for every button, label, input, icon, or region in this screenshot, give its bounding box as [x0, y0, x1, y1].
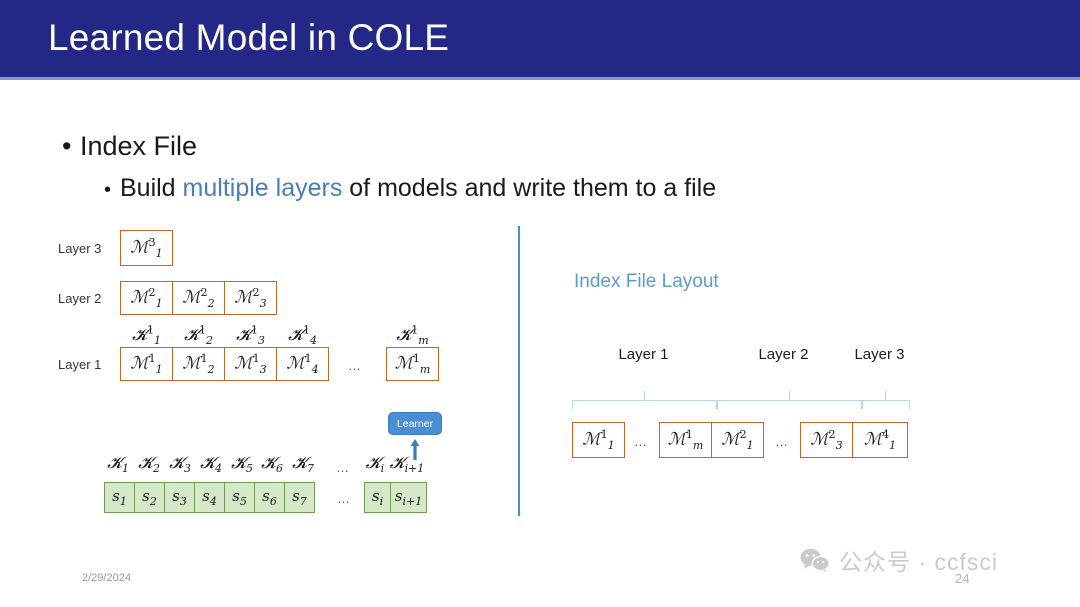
- key-label-layer1-2: 𝓚12: [184, 324, 213, 348]
- seq-box-4: s4: [194, 482, 225, 513]
- seq-box-1: s1: [104, 482, 135, 513]
- model-box-layer1-3: ℳ13: [224, 347, 277, 381]
- model-box-layer1-m: ℳ1m: [386, 347, 439, 381]
- seq-key-label-i: 𝓚i: [365, 453, 385, 476]
- wechat-icon: [800, 548, 830, 573]
- seq-box-6: s6: [254, 482, 285, 513]
- key-label-layer1-m: 𝓚1m: [396, 324, 429, 348]
- layout-box-3: ℳ21: [711, 422, 764, 458]
- seq-box-i: si: [364, 482, 391, 513]
- seq-box-3: s3: [164, 482, 195, 513]
- ellipsis-seq-keys: …: [336, 460, 350, 475]
- watermark-text: 公众号 · ccfsci: [839, 549, 998, 575]
- learner-label: Learner: [396, 417, 434, 430]
- seq-key-label-i-plus-1: 𝓚i+1: [389, 453, 425, 476]
- brace-layer3: [862, 400, 910, 409]
- page-title: Learned Model in COLE: [48, 17, 450, 58]
- model-box-layer1-2: ℳ12: [172, 347, 225, 381]
- bullet-level1: • Index File: [62, 131, 197, 162]
- seq-key-label-6: 𝓚6: [261, 453, 283, 476]
- key-label-layer1-1: 𝓚11: [132, 324, 161, 348]
- key-label-layer1-3: 𝓚13: [236, 324, 265, 348]
- seq-key-label-7: 𝓚7: [292, 453, 314, 476]
- model-box-layer3-1: ℳ31: [120, 230, 173, 266]
- model-box-layer1-4: ℳ14: [276, 347, 329, 381]
- ellipsis-seq-values: …: [337, 491, 351, 506]
- ellipsis-layout-2: …: [775, 434, 789, 449]
- right-layer3-label: Layer 3: [854, 346, 905, 363]
- slide-date: 2/29/2024: [82, 572, 131, 584]
- model-box-layer2-2: ℳ22: [172, 281, 225, 315]
- bullet-level1-label: Index File: [80, 131, 198, 161]
- right-layer1-label: Layer 1: [618, 346, 669, 363]
- ellipsis-layer1: …: [348, 358, 362, 373]
- model-box-layer2-3: ℳ23: [224, 281, 277, 315]
- model-box-layer1-1: ℳ11: [120, 347, 173, 381]
- learner-box[interactable]: Learner: [388, 412, 442, 435]
- seq-key-label-2: 𝓚2: [138, 453, 160, 476]
- layout-box-1: ℳ11: [572, 422, 625, 458]
- layout-box-2: ℳ1m: [659, 422, 712, 458]
- seq-box-i-plus-1: si+1: [390, 482, 427, 513]
- watermark: 公众号 · ccfsci: [800, 543, 998, 577]
- title-bar-underline: [0, 77, 1080, 80]
- right-layer2-label: Layer 2: [758, 346, 809, 363]
- brace-tick-layer1: [644, 391, 646, 401]
- layout-box-5: ℳ41: [852, 422, 908, 458]
- index-file-layout-title: Index File Layout: [574, 271, 719, 292]
- seq-key-label-1: 𝓚1: [107, 453, 129, 476]
- bullet-level2-highlight: multiple layers: [182, 174, 343, 202]
- bullet-level2-prefix: Build: [120, 174, 183, 202]
- layer1-label: Layer 1: [58, 357, 102, 372]
- seq-key-label-4: 𝓚4: [200, 453, 222, 476]
- seq-box-5: s5: [224, 482, 255, 513]
- seq-box-2: s2: [134, 482, 165, 513]
- layout-box-4: ℳ23: [800, 422, 853, 458]
- panel-divider: [518, 226, 520, 516]
- layer3-label: Layer 3: [58, 241, 102, 256]
- ellipsis-layout-1: …: [634, 434, 648, 449]
- bullet-glyph-icon: •: [62, 131, 72, 161]
- bullet-level2-suffix: of models and write them to a file: [342, 174, 717, 202]
- key-label-layer1-4: 𝓚14: [288, 324, 317, 348]
- seq-box-7: s7: [284, 482, 315, 513]
- brace-tick-layer3: [885, 391, 887, 401]
- layer2-label: Layer 2: [58, 291, 102, 306]
- bullet-level2: • Build multiple layers of models and wri…: [104, 174, 716, 203]
- model-box-layer2-1: ℳ21: [120, 281, 173, 315]
- bullet-glyph-icon: •: [104, 179, 112, 201]
- seq-key-label-3: 𝓚3: [169, 453, 191, 476]
- brace-layer1: [572, 400, 717, 409]
- seq-key-label-5: 𝓚5: [231, 453, 253, 476]
- brace-layer2: [717, 400, 862, 409]
- brace-tick-layer2: [789, 391, 791, 401]
